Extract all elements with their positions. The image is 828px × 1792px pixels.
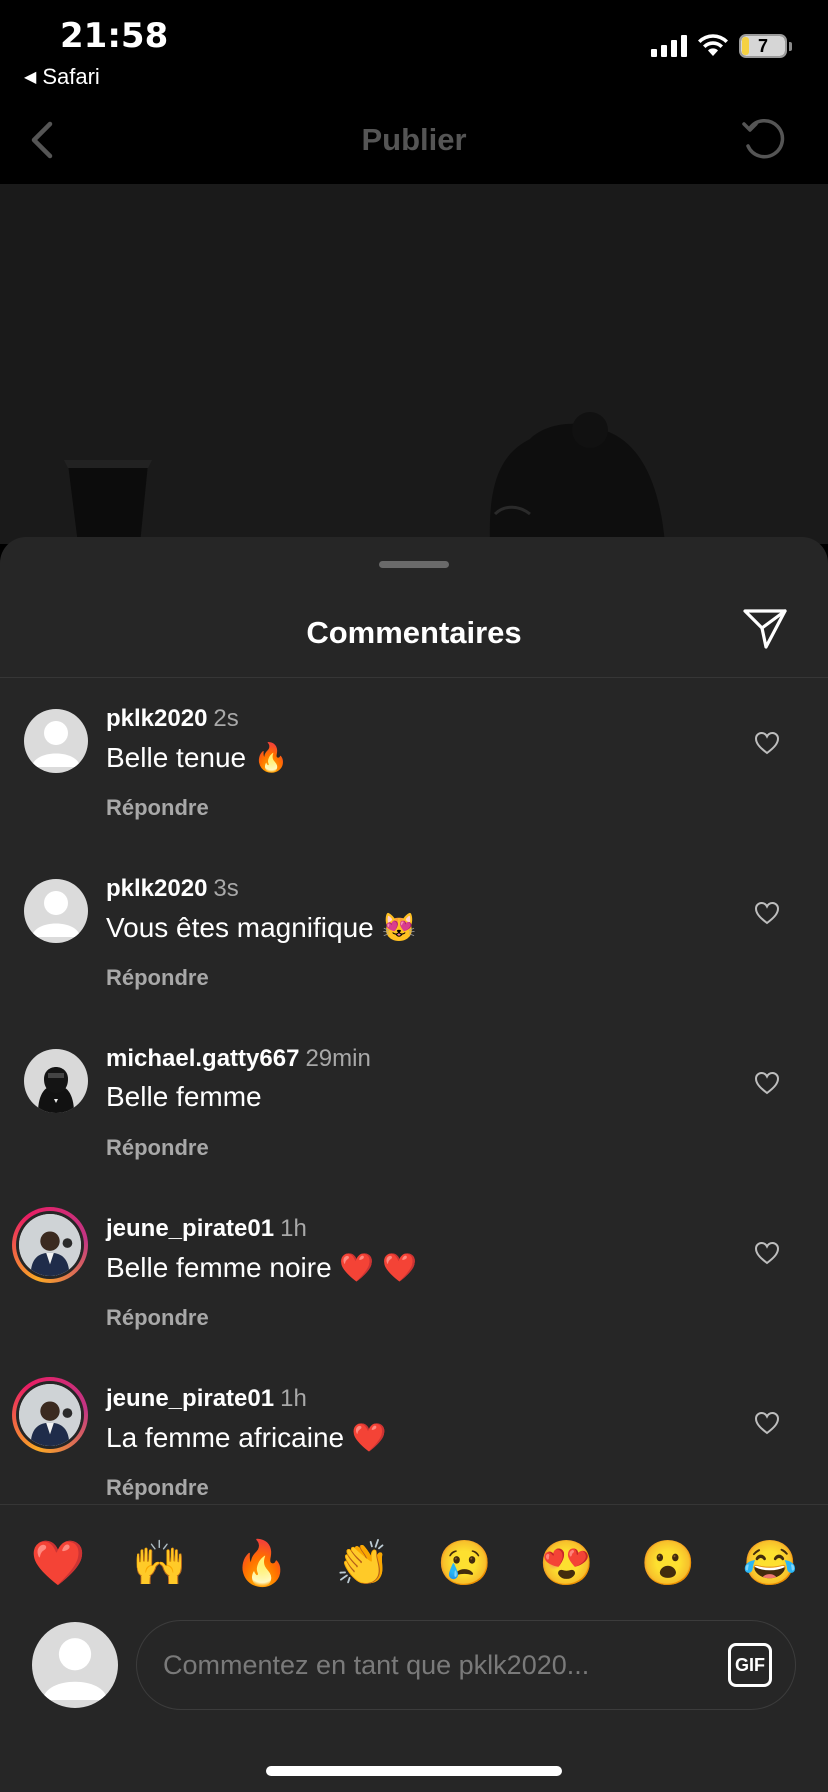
back-triangle-icon: ◀ (24, 69, 37, 86)
profile-photo (19, 1214, 81, 1276)
quick-emoji-bar: ❤️ 🙌 🔥 👏 😢 😍 😮 😂 (26, 1534, 802, 1594)
comment-item: michael.gatty667 29min Belle femme Répond… (0, 1045, 828, 1189)
comment-username[interactable]: jeune_pirate01 (106, 1215, 274, 1242)
page-title: Publier (361, 122, 467, 157)
emoji-clap-button[interactable]: 👏 (331, 1534, 395, 1594)
reply-button[interactable]: Répondre (106, 1135, 209, 1161)
reply-button[interactable]: Répondre (106, 965, 209, 991)
comment-item: jeune_pirate01 1h Belle femme noire ❤️ ❤️… (0, 1207, 828, 1359)
comment-username[interactable]: pklk2020 (106, 705, 207, 732)
back-to-safari-link[interactable]: ◀ Safari (24, 64, 100, 90)
profile-photo (24, 1049, 88, 1113)
comment-meta: michael.gatty667 29min (106, 1045, 371, 1073)
home-indicator[interactable] (266, 1766, 562, 1776)
emoji-raised-hands-button[interactable]: 🙌 (128, 1534, 192, 1594)
comment-time: 1h (280, 1385, 307, 1412)
battery-icon: 7 (739, 34, 792, 58)
sheet-title: Commentaires (306, 615, 522, 650)
reply-button[interactable]: Répondre (106, 795, 209, 821)
story-ring-avatar[interactable] (12, 1207, 88, 1283)
wifi-icon (698, 34, 728, 56)
post-photo-image (0, 184, 828, 544)
cellular-signal-icon (651, 35, 687, 57)
reply-button[interactable]: Répondre (106, 1475, 209, 1501)
avatar[interactable] (24, 1049, 88, 1113)
gif-button[interactable]: GIF (728, 1643, 772, 1687)
comment-text: La femme africaine ❤️ (106, 1422, 387, 1453)
status-indicators: 7 (651, 34, 792, 58)
comment-meta: jeune_pirate01 1h (106, 1215, 307, 1243)
like-heart-icon[interactable] (754, 1071, 780, 1095)
default-avatar-icon (32, 891, 80, 937)
comments-sheet: Commentaires pklk2020 2s Belle tenue 🔥 Ré… (0, 537, 828, 1792)
refresh-icon[interactable] (740, 116, 788, 164)
like-heart-icon[interactable] (754, 1411, 780, 1435)
send-icon[interactable] (742, 607, 788, 651)
comment-meta: jeune_pirate01 1h (106, 1385, 307, 1413)
profile-photo (19, 1384, 81, 1446)
comment-username[interactable]: michael.gatty667 (106, 1045, 299, 1072)
story-ring-avatar[interactable] (12, 1377, 88, 1453)
emoji-heart-eyes-button[interactable]: 😍 (535, 1534, 599, 1594)
sheet-divider (0, 677, 828, 678)
comment-time: 2s (213, 705, 239, 732)
comment-time: 29min (305, 1045, 371, 1072)
emoji-surprised-button[interactable]: 😮 (636, 1534, 700, 1594)
comment-username[interactable]: jeune_pirate01 (106, 1385, 274, 1412)
status-time: 21:58 (60, 16, 169, 56)
comment-input[interactable] (136, 1620, 796, 1710)
avatar[interactable] (24, 879, 88, 943)
post-header: Publier (0, 100, 828, 184)
like-heart-icon[interactable] (754, 731, 780, 755)
comment-composer: GIF (0, 1620, 828, 1710)
comment-text: Belle femme noire ❤️ ❤️ (106, 1252, 417, 1283)
status-bar: 21:58 ◀ Safari 7 (0, 0, 828, 100)
like-heart-icon[interactable] (754, 901, 780, 925)
my-avatar (32, 1622, 118, 1708)
like-heart-icon[interactable] (754, 1241, 780, 1265)
emoji-laughing-button[interactable]: 😂 (738, 1534, 802, 1594)
emoji-heart-button[interactable]: ❤️ (26, 1534, 90, 1594)
default-avatar-icon (32, 721, 80, 767)
default-avatar-icon (42, 1638, 108, 1700)
comment-item: pklk2020 2s Belle tenue 🔥 Répondre (0, 705, 828, 849)
avatar[interactable] (24, 709, 88, 773)
comment-item: jeune_pirate01 1h La femme africaine ❤️ R… (0, 1377, 828, 1529)
comment-text: Vous êtes magnifique 😻 (106, 912, 417, 943)
battery-level: 7 (757, 36, 768, 56)
comment-text: Belle femme (106, 1081, 262, 1112)
back-app-label: Safari (42, 64, 100, 89)
comment-time: 3s (213, 875, 239, 902)
comment-meta: pklk2020 2s (106, 705, 239, 733)
emoji-divider (0, 1504, 828, 1505)
comment-meta: pklk2020 3s (106, 875, 239, 903)
comment-text: Belle tenue 🔥 (106, 742, 289, 773)
comment-item: pklk2020 3s Vous êtes magnifique 😻 Répond… (0, 875, 828, 1019)
post-photo (0, 184, 828, 544)
emoji-fire-button[interactable]: 🔥 (229, 1534, 293, 1594)
sheet-grabber[interactable] (379, 561, 449, 568)
comment-username[interactable]: pklk2020 (106, 875, 207, 902)
reply-button[interactable]: Répondre (106, 1305, 209, 1331)
comment-time: 1h (280, 1215, 307, 1242)
emoji-crying-button[interactable]: 😢 (433, 1534, 497, 1594)
